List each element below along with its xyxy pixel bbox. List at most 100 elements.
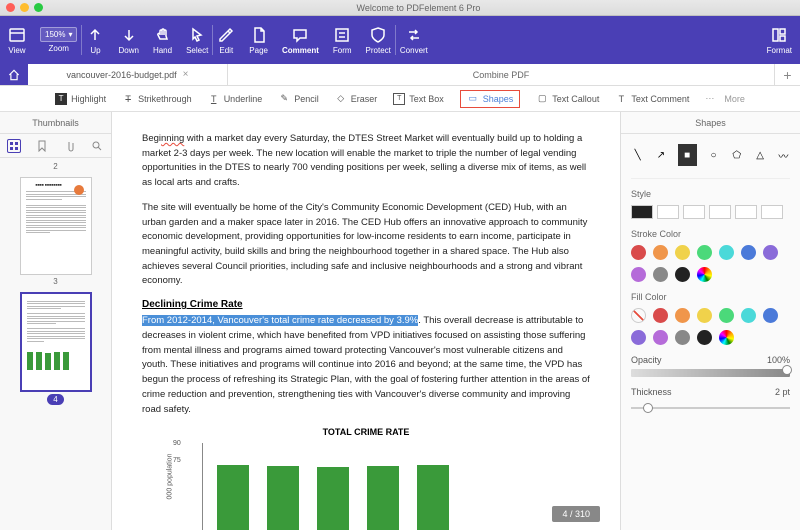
format-button[interactable]: Format bbox=[767, 26, 792, 55]
stroke-color-swatch[interactable] bbox=[631, 245, 646, 260]
text-comment-tool[interactable]: TText Comment bbox=[615, 93, 689, 105]
style-outline-5[interactable] bbox=[761, 205, 783, 219]
spell-error: nning bbox=[161, 133, 184, 144]
new-tab-button[interactable]: + bbox=[774, 64, 800, 85]
hand-button[interactable]: Hand bbox=[153, 26, 172, 55]
stroke-color-swatch[interactable] bbox=[653, 267, 668, 282]
oval-shape[interactable]: ○ bbox=[707, 147, 720, 163]
edit-button[interactable]: Edit bbox=[217, 26, 235, 55]
stroke-color-swatch[interactable] bbox=[675, 245, 690, 260]
fill-color-swatch[interactable] bbox=[697, 308, 712, 323]
chart-title: TOTAL CRIME RATE bbox=[142, 427, 590, 437]
select-button[interactable]: Select bbox=[186, 26, 208, 55]
stroke-color-swatch[interactable] bbox=[741, 245, 756, 260]
down-button[interactable]: Down bbox=[118, 26, 138, 55]
comment-button[interactable]: Comment bbox=[282, 26, 319, 55]
callout-icon: ▢ bbox=[536, 93, 548, 105]
style-outline-4[interactable] bbox=[735, 205, 757, 219]
protect-button[interactable]: Protect bbox=[366, 26, 391, 55]
thickness-slider[interactable] bbox=[631, 407, 790, 409]
rectangle-shape[interactable]: ■ bbox=[678, 144, 697, 166]
home-tab[interactable] bbox=[0, 64, 28, 85]
zoom-control[interactable]: 150%▾ Zoom bbox=[40, 27, 77, 53]
fill-color-swatch[interactable] bbox=[653, 308, 668, 323]
underline-tool[interactable]: TUnderline bbox=[208, 93, 263, 105]
chart-bar bbox=[417, 465, 449, 530]
stroke-color-swatch[interactable] bbox=[653, 245, 668, 260]
arrow-shape[interactable]: ↗ bbox=[654, 147, 667, 163]
thumbnail-page-2[interactable]: ■■■■ ■■■■■■■■ bbox=[20, 177, 92, 275]
stroke-color-swatch[interactable] bbox=[697, 245, 712, 260]
arrow-down-icon bbox=[120, 26, 138, 44]
highlight-tool[interactable]: THighlight bbox=[55, 93, 106, 105]
fill-color-swatch[interactable] bbox=[763, 308, 778, 323]
eraser-icon: ◇ bbox=[335, 93, 347, 105]
shapes-panel: Shapes ╲ ↗ ■ ○ ⬠ △ 〰 Style Stroke Color … bbox=[620, 112, 800, 530]
style-solid[interactable] bbox=[631, 205, 653, 219]
thickness-label: Thickness bbox=[631, 387, 672, 397]
close-window-button[interactable] bbox=[6, 3, 15, 12]
more-tools[interactable]: ⋯More bbox=[705, 93, 745, 104]
thumb-label-2: 2 bbox=[0, 162, 111, 171]
cloud-shape[interactable]: △ bbox=[753, 147, 766, 163]
fill-color-swatch[interactable] bbox=[675, 330, 690, 345]
page-button[interactable]: Page bbox=[249, 26, 268, 55]
view-icon bbox=[8, 26, 26, 44]
pencil-tool[interactable]: ✎Pencil bbox=[278, 93, 319, 105]
fill-color-swatch[interactable] bbox=[719, 330, 734, 345]
strikethrough-tool[interactable]: TStrikethrough bbox=[122, 93, 192, 105]
fill-color-swatch[interactable] bbox=[741, 308, 756, 323]
fill-color-swatch[interactable] bbox=[697, 330, 712, 345]
minimize-window-button[interactable] bbox=[20, 3, 29, 12]
polygon-shape[interactable]: ⬠ bbox=[730, 147, 743, 163]
stroke-color-swatch[interactable] bbox=[631, 267, 646, 282]
cursor-icon bbox=[188, 26, 206, 44]
stroke-color-swatch[interactable] bbox=[719, 245, 734, 260]
shapes-tool[interactable]: ▭Shapes bbox=[460, 90, 521, 108]
stroke-color-swatch[interactable] bbox=[697, 267, 712, 282]
view-button[interactable]: View bbox=[8, 26, 26, 55]
file-tab[interactable]: vancouver-2016-budget.pdf× bbox=[28, 64, 228, 85]
bookmarks-icon[interactable] bbox=[35, 139, 49, 153]
form-button[interactable]: Form bbox=[333, 26, 352, 55]
up-button[interactable]: Up bbox=[86, 26, 104, 55]
style-outline-1[interactable] bbox=[657, 205, 679, 219]
highlighted-text: From 2012-2014, Vancouver's total crime … bbox=[142, 315, 418, 326]
line-shape[interactable]: ╲ bbox=[631, 147, 644, 163]
stroke-color-swatch[interactable] bbox=[763, 245, 778, 260]
chart-bar bbox=[267, 466, 299, 530]
chart-bar bbox=[367, 466, 399, 530]
stroke-color-swatch[interactable] bbox=[675, 267, 690, 282]
combine-pdf-tab[interactable]: Combine PDF bbox=[228, 64, 774, 85]
fill-color-swatch[interactable] bbox=[631, 308, 646, 323]
eraser-tool[interactable]: ◇Eraser bbox=[335, 93, 378, 105]
chart-bar bbox=[217, 465, 249, 530]
convert-icon bbox=[405, 26, 423, 44]
thumb-badge-4[interactable]: 4 bbox=[47, 394, 63, 405]
thickness-value: 2 pt bbox=[775, 387, 790, 397]
fill-color-swatch[interactable] bbox=[653, 330, 668, 345]
fill-color-swatch[interactable] bbox=[675, 308, 690, 323]
document-view[interactable]: Beginning with a market day every Saturd… bbox=[112, 112, 620, 530]
close-tab-icon[interactable]: × bbox=[183, 69, 189, 80]
textbox-tool[interactable]: TText Box bbox=[393, 93, 444, 105]
edit-icon bbox=[217, 26, 235, 44]
fill-color-row bbox=[631, 308, 790, 345]
text-callout-tool[interactable]: ▢Text Callout bbox=[536, 93, 599, 105]
zoom-window-button[interactable] bbox=[34, 3, 43, 12]
search-icon[interactable] bbox=[90, 139, 104, 153]
textbox-icon: T bbox=[393, 93, 405, 105]
main-toolbar: View 150%▾ Zoom Up Down Hand Select Edit… bbox=[0, 16, 800, 64]
convert-button[interactable]: Convert bbox=[400, 26, 428, 55]
style-outline-2[interactable] bbox=[683, 205, 705, 219]
attachments-icon[interactable] bbox=[62, 139, 76, 153]
connected-lines-shape[interactable]: 〰 bbox=[777, 147, 790, 163]
thumbnails-view-icon[interactable] bbox=[7, 139, 21, 153]
opacity-slider[interactable] bbox=[631, 369, 790, 377]
style-outline-3[interactable] bbox=[709, 205, 731, 219]
fill-color-swatch[interactable] bbox=[631, 330, 646, 345]
fill-color-swatch[interactable] bbox=[719, 308, 734, 323]
page-indicator[interactable]: 4 / 310 bbox=[552, 506, 600, 522]
thumbnail-page-3[interactable] bbox=[20, 292, 92, 392]
hand-icon bbox=[154, 26, 172, 44]
